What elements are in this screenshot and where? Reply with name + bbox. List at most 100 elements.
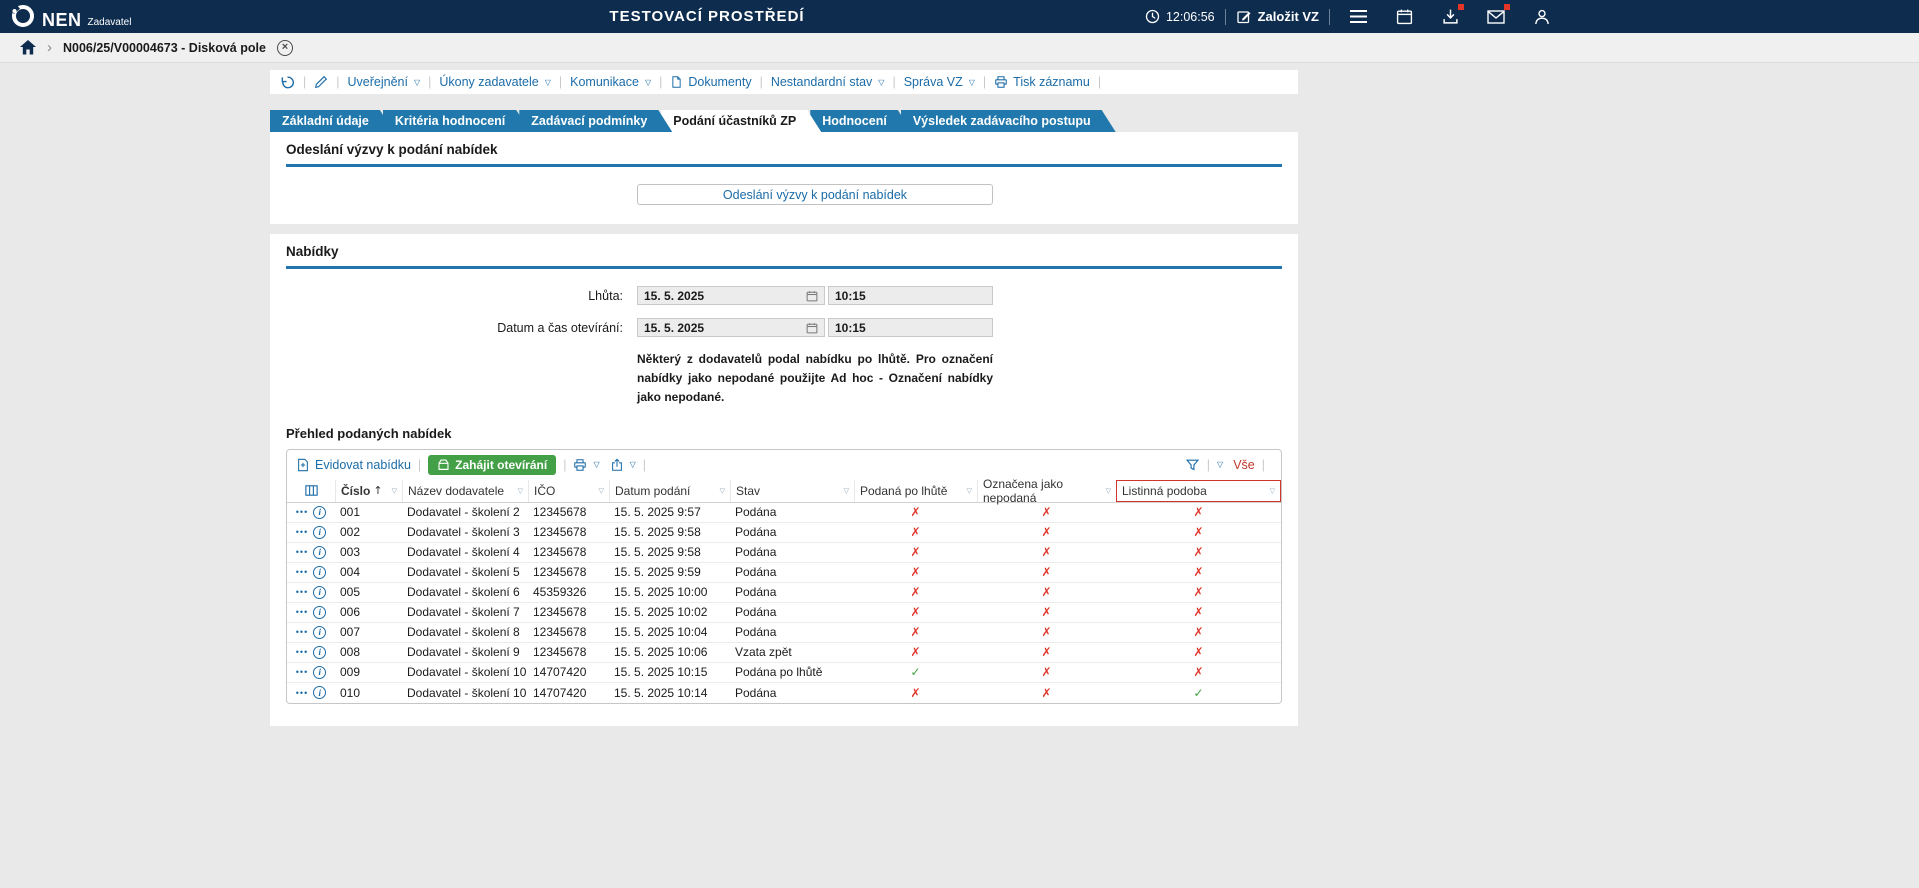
send-invitation-button[interactable]: Odeslání výzvy k podání nabídek [637, 184, 993, 205]
tab-zadavaci-podminky[interactable]: Zadávací podmínky [519, 110, 672, 132]
row-menu-icon[interactable]: ••• [296, 607, 308, 617]
cell-datum: 15. 5. 2025 10:00 [609, 585, 730, 599]
cell-podana_po_lhute: ✗ [854, 585, 977, 599]
calendar-icon[interactable] [806, 322, 818, 334]
pencil-icon [314, 75, 328, 89]
export-grid-button[interactable]: ▽ [610, 458, 636, 472]
row-menu-icon[interactable]: ••• [296, 647, 308, 657]
deadline-time-field[interactable]: 10:15 [828, 286, 993, 305]
tab-vysledek-zadavaciho-postupu[interactable]: Výsledek zadávacího postupu [901, 110, 1116, 132]
view-selector[interactable]: ▽ Vše [1217, 458, 1255, 472]
table-row[interactable]: •••i001Dodavatel - školení 21234567815. … [287, 503, 1281, 523]
row-menu-icon[interactable]: ••• [296, 667, 308, 677]
row-menu-icon[interactable]: ••• [296, 688, 308, 698]
divider: | [559, 75, 562, 89]
header-oznacena-jako-nepodana[interactable]: Označena jako nepodaná ▽ [977, 480, 1116, 502]
row-info-icon[interactable]: i [313, 626, 326, 639]
user-button[interactable] [1531, 6, 1553, 28]
toolbar-item-uverejneni[interactable]: Uveřejnění ▽ [348, 75, 421, 89]
calendar-button[interactable] [1393, 6, 1415, 28]
tab-hodnoceni[interactable]: Hodnocení [810, 110, 912, 132]
header-ico[interactable]: IČO ▽ [528, 480, 609, 502]
cell-stav: Podána [730, 505, 854, 519]
cell-podana_po_lhute: ✗ [854, 686, 977, 700]
cell-oznacena_jako_nepodana: ✗ [977, 565, 1116, 579]
create-vz-label: Založit VZ [1258, 9, 1319, 24]
menu-button[interactable] [1347, 6, 1369, 28]
cell-ico: 12345678 [528, 545, 609, 559]
opening-time-field[interactable]: 10:15 [828, 318, 993, 337]
divider: | [760, 75, 763, 89]
print-grid-button[interactable]: ▽ [573, 458, 599, 472]
cross-icon: ✗ [910, 585, 920, 599]
table-row[interactable]: •••i007Dodavatel - školení 81234567815. … [287, 623, 1281, 643]
table-row[interactable]: •••i004Dodavatel - školení 51234567815. … [287, 563, 1281, 583]
divider: | [983, 75, 986, 89]
cell-stav: Podána [730, 686, 854, 700]
divider: | [1207, 458, 1210, 472]
table-row[interactable]: •••i006Dodavatel - školení 71234567815. … [287, 603, 1281, 623]
deadline-date-field[interactable]: 15. 5. 2025 [637, 286, 825, 305]
row-actions: ••• i [287, 646, 335, 659]
close-record-icon[interactable]: × [277, 40, 293, 56]
history-button[interactable] [280, 75, 295, 90]
create-vz-button[interactable]: Založit VZ [1236, 9, 1319, 25]
row-info-icon[interactable]: i [313, 606, 326, 619]
evidovat-nabidku-button[interactable]: Evidovat nabídku [296, 458, 411, 472]
header-listinna-podoba[interactable]: Listinná podoba ▽ [1116, 480, 1281, 502]
filter-button[interactable] [1185, 458, 1200, 472]
table-row[interactable]: •••i009Dodavatel - školení 101470742015.… [287, 663, 1281, 683]
late-bid-warning: Některý z dodavatelů podal nabídku po lh… [637, 350, 993, 408]
row-info-icon[interactable]: i [313, 506, 326, 519]
table-row[interactable]: •••i003Dodavatel - školení 41234567815. … [287, 543, 1281, 563]
header-cislo[interactable]: Číslo ↑ ▽ [335, 480, 402, 502]
cell-ico: 14707420 [528, 665, 609, 679]
tab-podani-ucastniku-zp[interactable]: Podání účastníků ZP [661, 110, 821, 132]
register-bid-icon [296, 458, 310, 472]
cell-stav: Podána [730, 605, 854, 619]
header-datum-podani[interactable]: Datum podání ▽ [609, 480, 730, 502]
zahajit-otevirani-button[interactable]: Zahájit otevírání [428, 455, 556, 475]
row-menu-icon[interactable]: ••• [296, 547, 308, 557]
header-nazev-dodavatele[interactable]: Název dodavatele ▽ [402, 480, 528, 502]
row-info-icon[interactable]: i [313, 646, 326, 659]
brand-logo[interactable]: NEN Zadavatel [10, 3, 131, 29]
header-stav[interactable]: Stav ▽ [730, 480, 854, 502]
toolbar-item-nestandardni-stav[interactable]: Nestandardní stav ▽ [771, 75, 885, 89]
row-info-icon[interactable]: i [313, 686, 326, 699]
downloads-button[interactable] [1439, 6, 1461, 28]
table-row[interactable]: •••i005Dodavatel - školení 64535932615. … [287, 583, 1281, 603]
toolbar-item-tisk-zaznamu[interactable]: Tisk záznamu [994, 75, 1090, 89]
toolbar-item-komunikace[interactable]: Komunikace ▽ [570, 75, 651, 89]
row-menu-icon[interactable]: ••• [296, 527, 308, 537]
row-info-icon[interactable]: i [313, 566, 326, 579]
row-menu-icon[interactable]: ••• [296, 587, 308, 597]
row-info-icon[interactable]: i [313, 586, 326, 599]
row-menu-icon[interactable]: ••• [296, 627, 308, 637]
chevron-right-icon: › [47, 40, 52, 55]
tab-zakladni-udaje[interactable]: Základní údaje [270, 110, 394, 132]
table-row[interactable]: •••i010Dodavatel - školení 101470742015.… [287, 683, 1281, 703]
calendar-icon[interactable] [806, 290, 818, 302]
messages-button[interactable] [1485, 6, 1507, 28]
cross-icon: ✗ [1193, 605, 1203, 619]
row-menu-icon[interactable]: ••• [296, 567, 308, 577]
cross-icon: ✗ [1193, 565, 1203, 579]
toolbar-item-sprava-vz[interactable]: Správa VZ ▽ [904, 75, 975, 89]
edit-button[interactable] [314, 75, 328, 89]
table-row[interactable]: •••i008Dodavatel - školení 91234567815. … [287, 643, 1281, 663]
table-row[interactable]: •••i002Dodavatel - školení 31234567815. … [287, 523, 1281, 543]
column-chooser-button[interactable] [287, 480, 335, 502]
row-info-icon[interactable]: i [313, 666, 326, 679]
row-info-icon[interactable]: i [313, 526, 326, 539]
opening-date-field[interactable]: 15. 5. 2025 [637, 318, 825, 337]
toolbar-item-dokumenty[interactable]: Dokumenty [670, 75, 751, 89]
view-all-label: Vše [1233, 458, 1255, 472]
toolbar-item-ukony-zadavatele[interactable]: Úkony zadavatele ▽ [439, 75, 551, 89]
row-info-icon[interactable]: i [313, 546, 326, 559]
tab-kriteria-hodnoceni[interactable]: Kritéria hodnocení [383, 110, 530, 132]
header-podana-po-lhute[interactable]: Podaná po lhůtě ▽ [854, 480, 977, 502]
home-icon[interactable] [20, 40, 36, 55]
brand-name: NEN [42, 11, 82, 29]
row-menu-icon[interactable]: ••• [296, 507, 308, 517]
